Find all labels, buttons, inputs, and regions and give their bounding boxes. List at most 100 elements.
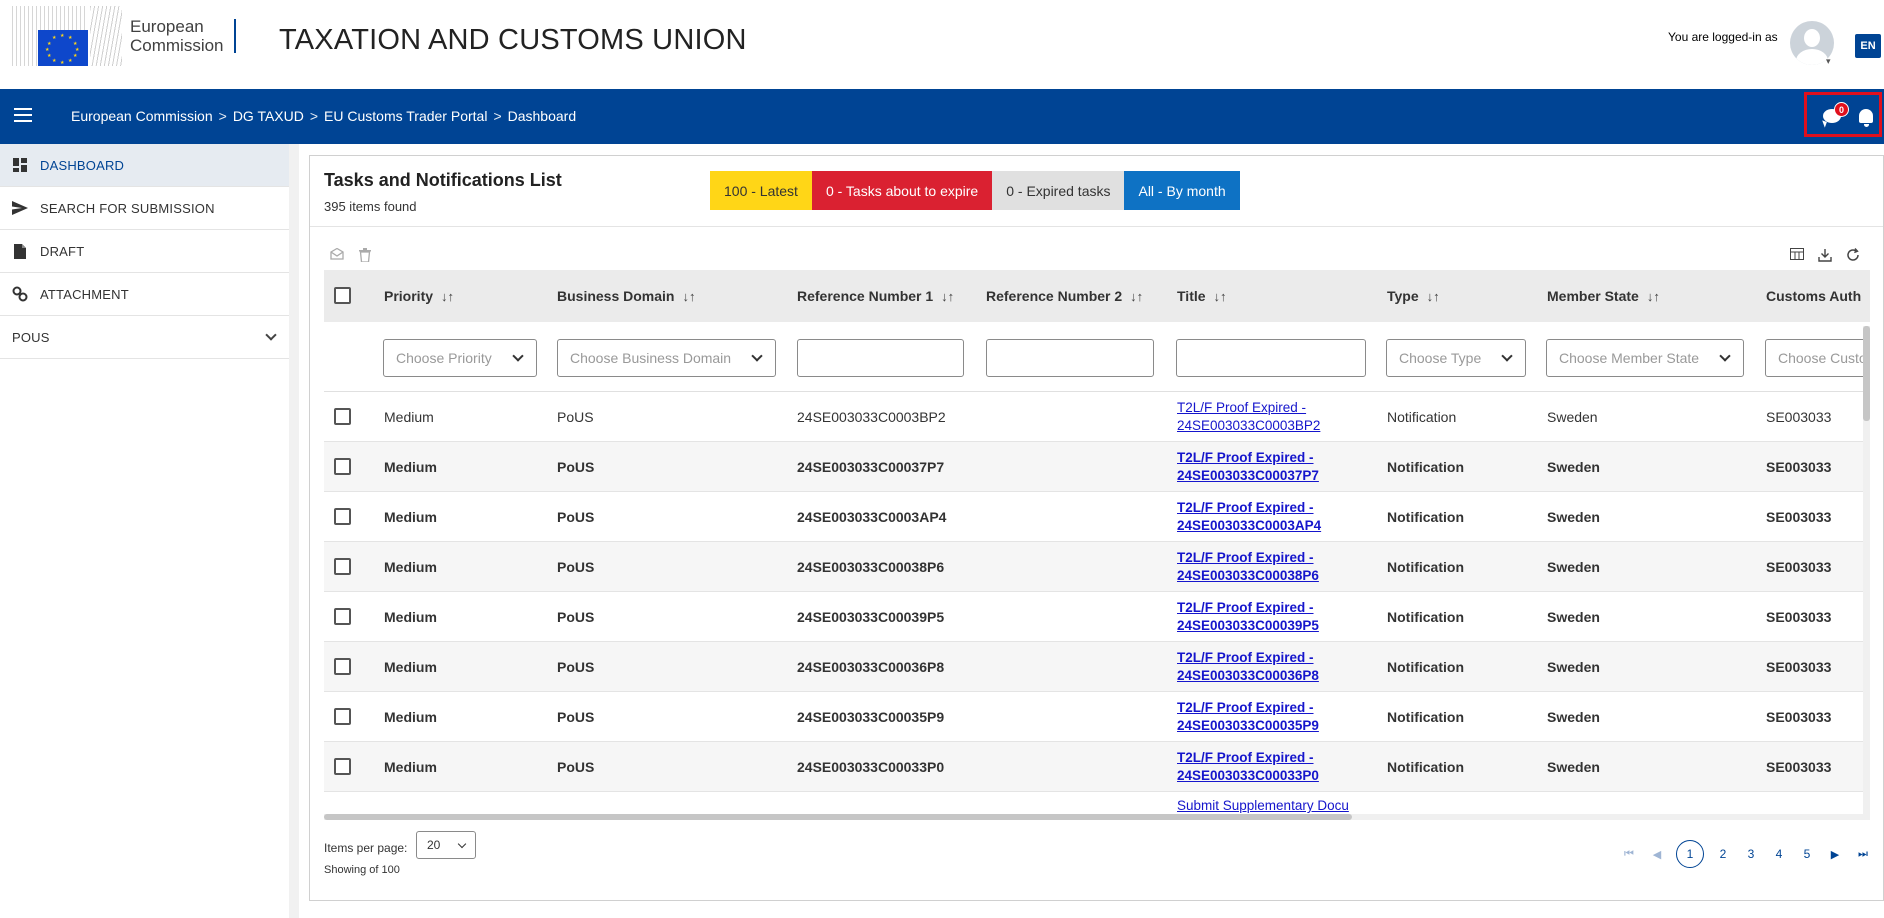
table-row[interactable]: Medium PoUS 24SE003033C00036P8 T2L/F Proof … <box>324 642 1870 692</box>
filter-all-by-month-button[interactable]: All - By month <box>1124 171 1240 210</box>
items-per-page-select[interactable]: 20 <box>416 831 476 859</box>
row-checkbox[interactable] <box>334 608 351 625</box>
row-checkbox[interactable] <box>334 758 351 775</box>
sort-icon[interactable]: ↓↑ <box>1214 289 1227 304</box>
member-state-filter-select[interactable]: Choose Member State <box>1546 339 1744 377</box>
page-1[interactable]: 1 <box>1676 840 1704 868</box>
page-4[interactable]: 4 <box>1770 847 1788 861</box>
page-5[interactable]: 5 <box>1798 847 1816 861</box>
filter-latest-button[interactable]: 100 - Latest <box>710 171 812 210</box>
type-cell: Notification <box>1387 659 1464 675</box>
menu-icon[interactable] <box>14 108 32 122</box>
page-2[interactable]: 2 <box>1714 847 1732 861</box>
sidebar-item-pous[interactable]: POUS <box>0 316 289 359</box>
showing-text: Showing of 100 <box>324 864 400 876</box>
member-state-cell: Sweden <box>1547 659 1600 675</box>
vertical-scrollbar[interactable] <box>1863 326 1870 816</box>
table-row[interactable]: Medium PoUS 24SE003033C00033P0 T2L/F Proof … <box>324 742 1870 792</box>
priority-cell: Medium <box>384 659 437 675</box>
business-domain-filter-select[interactable]: Choose Business Domain <box>557 339 776 377</box>
title-link[interactable]: T2L/F Proof Expired - 24SE003033C00039P5 <box>1177 599 1369 635</box>
column-header-reference-number-2[interactable]: Reference Number 2 ↓↑ <box>986 288 1143 304</box>
sort-icon[interactable]: ↓↑ <box>1647 289 1660 304</box>
sidebar-item-draft[interactable]: DRAFT <box>0 230 289 273</box>
column-header-business-domain[interactable]: Business Domain ↓↑ <box>557 288 695 304</box>
dashboard-icon <box>12 157 28 173</box>
table-row[interactable]: Medium PoUS 24SE003033C00039P5 T2L/F Proof … <box>324 592 1870 642</box>
sort-icon[interactable]: ↓↑ <box>1427 289 1440 304</box>
member-state-cell: Sweden <box>1547 609 1600 625</box>
chevron-down-icon[interactable] <box>265 329 277 341</box>
table-row[interactable]: Medium PoUS 24SE003033C0003BP2 T2L/F Proof … <box>324 392 1870 442</box>
sidebar-item-dashboard[interactable]: DASHBOARD <box>0 144 289 187</box>
horizontal-scrollbar[interactable] <box>324 814 1870 820</box>
language-selector[interactable]: EN <box>1855 34 1881 58</box>
sort-icon[interactable]: ↓↑ <box>441 289 454 304</box>
column-label: Reference Number 1 <box>797 288 934 304</box>
row-checkbox[interactable] <box>334 558 351 575</box>
table-row[interactable]: Submit Supplementary Docu <box>324 792 1870 816</box>
table-row[interactable]: Medium PoUS 24SE003033C00038P6 T2L/F Proof … <box>324 542 1870 592</box>
european-commission-logo[interactable]: ★ ★ ★ ★ ★ ★ ★ ★ ★ ★ ★ ★ European Commiss… <box>12 6 236 66</box>
row-checkbox[interactable] <box>334 408 351 425</box>
table-row[interactable]: Medium PoUS 24SE003033C00037P7 T2L/F Proof … <box>324 442 1870 492</box>
customs-authority-filter-select[interactable]: Choose Custo <box>1765 339 1870 377</box>
sort-icon[interactable]: ↓↑ <box>941 289 954 304</box>
title-link[interactable]: T2L/F Proof Expired - 24SE003033C00037P7 <box>1177 449 1369 485</box>
select-all-checkbox[interactable] <box>334 287 351 304</box>
breadcrumb-european-commission[interactable]: European Commission <box>71 108 213 124</box>
type-cell: Notification <box>1387 409 1457 425</box>
title-link[interactable]: T2L/F Proof Expired - 24SE003033C00036P8 <box>1177 649 1369 685</box>
sort-icon[interactable]: ↓↑ <box>682 289 695 304</box>
refresh-icon[interactable] <box>1846 248 1860 262</box>
member-state-cell: Sweden <box>1547 509 1600 525</box>
type-cell: Notification <box>1387 509 1464 525</box>
sidebar-item-attachment[interactable]: ATTACHMENT <box>0 273 289 316</box>
last-page-icon[interactable]: ⏭ <box>1854 848 1872 861</box>
next-page-icon[interactable]: ▶ <box>1826 848 1844 861</box>
filter-about-to-expire-button[interactable]: 0 - Tasks about to expire <box>811 171 993 210</box>
page-3[interactable]: 3 <box>1742 847 1760 861</box>
divider <box>310 226 1883 227</box>
column-header-priority[interactable]: Priority ↓↑ <box>384 288 454 304</box>
title-link[interactable]: T2L/F Proof Expired - 24SE003033C00033P0 <box>1177 749 1369 785</box>
breadcrumb-trader-portal[interactable]: EU Customs Trader Portal <box>324 108 487 124</box>
download-icon[interactable] <box>1818 248 1832 262</box>
sidebar-item-search-submission[interactable]: SEARCH FOR SUBMISSION <box>0 187 289 230</box>
title-link[interactable]: T2L/F Proof Expired - 24SE003033C0003BP2 <box>1177 399 1369 435</box>
pagination: ⏮ ◀ 1 2 3 4 5 ▶ ⏭ <box>1620 840 1872 868</box>
row-checkbox[interactable] <box>334 708 351 725</box>
row-checkbox[interactable] <box>334 658 351 675</box>
column-header-type[interactable]: Type ↓↑ <box>1387 288 1440 304</box>
title-filter-input[interactable] <box>1176 339 1366 377</box>
type-cell: Notification <box>1387 609 1464 625</box>
reference-number-1-filter-input[interactable] <box>797 339 964 377</box>
trash-icon[interactable] <box>358 248 372 263</box>
mark-read-icon[interactable] <box>330 247 344 262</box>
title-link[interactable]: T2L/F Proof Expired - 24SE003033C00035P9 <box>1177 699 1369 735</box>
column-header-member-state[interactable]: Member State ↓↑ <box>1547 288 1660 304</box>
customs-authority-cell: SE003033 <box>1766 559 1832 575</box>
title-link[interactable]: Submit Supplementary Docu <box>1177 797 1369 815</box>
priority-filter-select[interactable]: Choose Priority <box>383 339 537 377</box>
first-page-icon[interactable]: ⏮ <box>1620 848 1638 861</box>
title-link[interactable]: T2L/F Proof Expired - 24SE003033C00038P6 <box>1177 549 1369 585</box>
avatar-caret-icon[interactable]: ▾ <box>1826 56 1831 67</box>
previous-page-icon[interactable]: ◀ <box>1648 848 1666 861</box>
row-checkbox[interactable] <box>334 458 351 475</box>
row-checkbox[interactable] <box>334 508 351 525</box>
column-header-reference-number-1[interactable]: Reference Number 1 ↓↑ <box>797 288 954 304</box>
table-row[interactable]: Medium PoUS 24SE003033C0003AP4 T2L/F Proof … <box>324 492 1870 542</box>
filter-expired-button[interactable]: 0 - Expired tasks <box>992 171 1125 210</box>
sort-icon[interactable]: ↓↑ <box>1130 289 1143 304</box>
type-filter-select[interactable]: Choose Type <box>1386 339 1526 377</box>
table-row[interactable]: Medium PoUS 24SE003033C00035P9 T2L/F Proof … <box>324 692 1870 742</box>
title-link[interactable]: T2L/F Proof Expired - 24SE003033C0003AP4 <box>1177 499 1369 535</box>
columns-icon[interactable] <box>1790 248 1804 262</box>
bell-icon[interactable] <box>1859 109 1873 127</box>
breadcrumb-dg-taxud[interactable]: DG TAXUD <box>233 108 304 124</box>
chevron-down-icon <box>1501 350 1513 362</box>
column-header-title[interactable]: Title ↓↑ <box>1177 288 1227 304</box>
reference-number-2-filter-input[interactable] <box>986 339 1154 377</box>
column-header-customs-authority[interactable]: Customs Auth <box>1766 288 1861 304</box>
